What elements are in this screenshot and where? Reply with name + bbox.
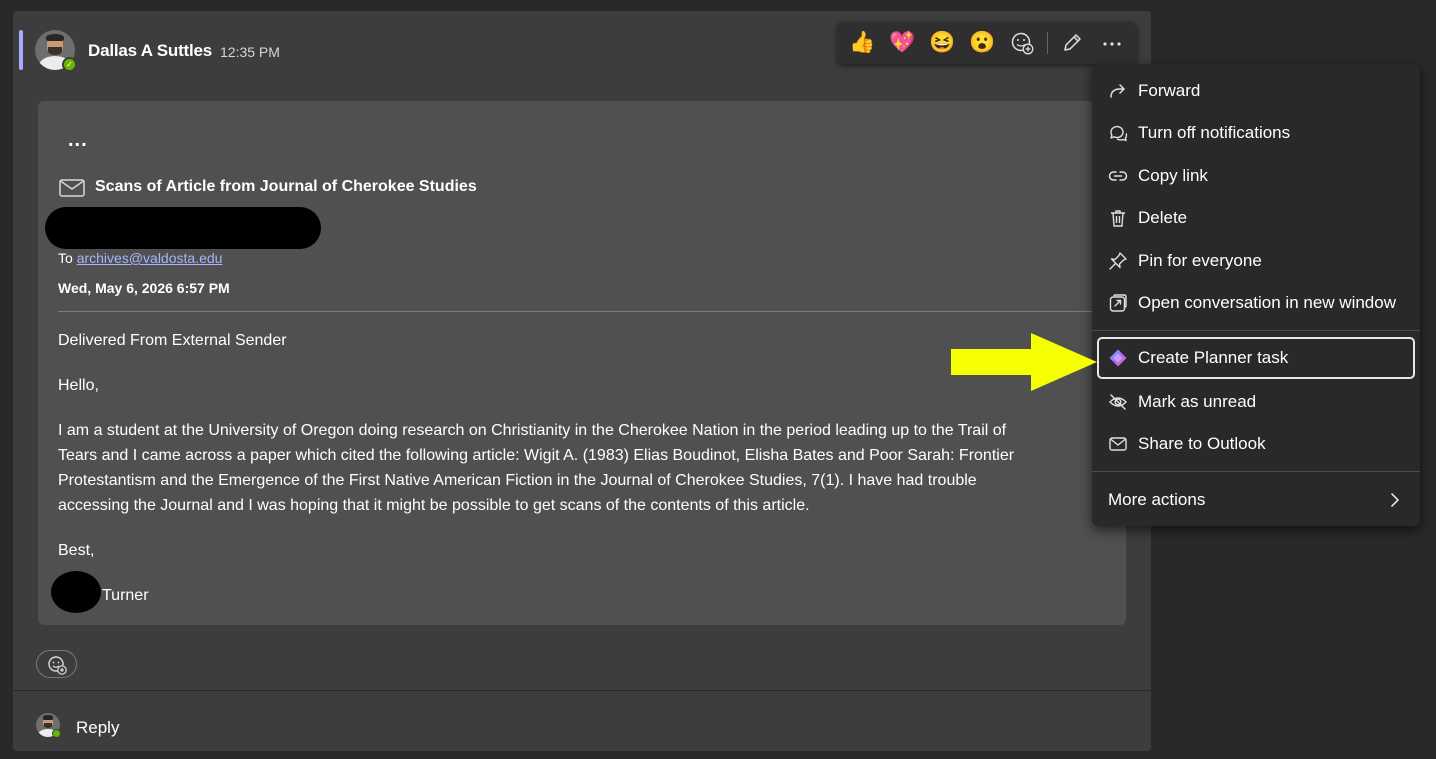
menu-item-label: Share to Outlook xyxy=(1138,434,1266,453)
body-line: accessing the Journal and I was hoping t… xyxy=(58,497,810,514)
email-body: I am a student at the University of Oreg… xyxy=(58,418,1118,518)
pin-icon xyxy=(1109,252,1127,270)
to-label: To xyxy=(58,250,73,266)
reply-button[interactable]: Reply xyxy=(76,718,119,738)
link-icon xyxy=(1108,171,1128,181)
message-timestamp: 12:35 PM xyxy=(220,44,280,60)
menu-item-label: Delete xyxy=(1138,208,1188,227)
planner-icon xyxy=(1109,349,1127,367)
more-options-icon[interactable] xyxy=(1099,31,1125,55)
recipient-email-link[interactable]: archives@valdosta.edu xyxy=(77,250,223,266)
reaction-toolbar: 👍 💖 😆 😮 xyxy=(837,22,1137,64)
edit-pencil-icon[interactable] xyxy=(1059,31,1085,55)
chevron-right-icon xyxy=(1391,493,1399,507)
toolbar-separator xyxy=(1047,32,1048,54)
sender-avatar[interactable]: ✓ xyxy=(35,30,77,72)
email-subject: Scans of Article from Journal of Cheroke… xyxy=(95,178,477,195)
body-line: Tears and I came across a paper which ci… xyxy=(58,447,1015,464)
menu-item-label: Copy link xyxy=(1138,166,1208,185)
menu-item-create-planner-task[interactable]: Create Planner task xyxy=(1097,337,1415,379)
menu-item-more-actions[interactable]: More actions xyxy=(1092,480,1420,520)
greeting-text: Hello, xyxy=(58,377,99,394)
menu-item-label: Forward xyxy=(1138,81,1201,100)
annotation-arrow-icon xyxy=(951,333,1097,391)
menu-item-open-new-window[interactable]: Open conversation in new window xyxy=(1092,283,1420,323)
add-reaction-icon xyxy=(48,656,67,675)
menu-item-label: Pin for everyone xyxy=(1138,251,1262,270)
body-line: I am a student at the University of Oreg… xyxy=(58,422,1007,439)
heart-icon[interactable]: 💖 xyxy=(889,31,915,55)
thumbs-up-icon[interactable]: 👍 xyxy=(849,31,875,55)
menu-item-mark-unread[interactable]: Mark as unread xyxy=(1092,382,1420,422)
pop-out-icon xyxy=(1109,294,1127,312)
menu-item-share-outlook[interactable]: Share to Outlook xyxy=(1092,424,1420,464)
menu-item-turn-off-notifications[interactable]: Turn off notifications xyxy=(1092,113,1420,153)
sender-name[interactable]: Dallas A Suttles xyxy=(88,41,212,61)
forward-icon xyxy=(1110,84,1125,98)
message-context-menu: Forward Turn off notifications Copy link… xyxy=(1092,64,1420,526)
redacted-first-name xyxy=(51,571,101,613)
surprised-icon[interactable]: 😮 xyxy=(969,31,995,55)
menu-separator xyxy=(1092,330,1420,331)
presence-available-icon: ✓ xyxy=(62,57,77,72)
menu-item-copy-link[interactable]: Copy link xyxy=(1092,156,1420,196)
reply-avatar xyxy=(36,713,61,738)
body-line: Protestantism and the Emergence of the F… xyxy=(58,472,977,489)
reply-divider xyxy=(13,690,1151,691)
redacted-sender xyxy=(45,207,321,249)
menu-item-label: Turn off notifications xyxy=(1138,123,1291,142)
chat-bubbles-icon xyxy=(1110,125,1128,142)
menu-item-pin[interactable]: Pin for everyone xyxy=(1092,241,1420,281)
add-reaction-icon[interactable] xyxy=(1009,31,1035,55)
closing-text: Best, xyxy=(58,542,95,559)
menu-item-label: Create Planner task xyxy=(1138,348,1289,367)
header-divider xyxy=(58,311,1128,312)
signature-name: Turner xyxy=(102,587,149,604)
menu-item-label: Mark as unread xyxy=(1138,392,1257,411)
menu-item-forward[interactable]: Forward xyxy=(1092,71,1420,111)
menu-item-label: More actions xyxy=(1108,490,1206,509)
mail-icon xyxy=(59,179,85,197)
laugh-icon[interactable]: 😆 xyxy=(929,31,955,55)
message-accent-bar xyxy=(19,30,23,70)
eye-off-icon xyxy=(1109,394,1127,410)
menu-item-label: Open conversation in new window xyxy=(1138,293,1396,312)
email-date: Wed, May 6, 2026 6:57 PM xyxy=(58,280,230,296)
presence-available-icon xyxy=(52,729,61,738)
mail-icon xyxy=(1109,437,1127,451)
recipient-line: To archives@valdosta.edu xyxy=(58,250,222,266)
add-reaction-button[interactable] xyxy=(36,650,77,678)
menu-item-delete[interactable]: Delete xyxy=(1092,198,1420,238)
email-more-button[interactable]: ... xyxy=(68,129,88,152)
external-sender-notice: Delivered From External Sender xyxy=(58,332,287,349)
trash-icon xyxy=(1111,210,1125,227)
menu-separator xyxy=(1092,471,1420,472)
